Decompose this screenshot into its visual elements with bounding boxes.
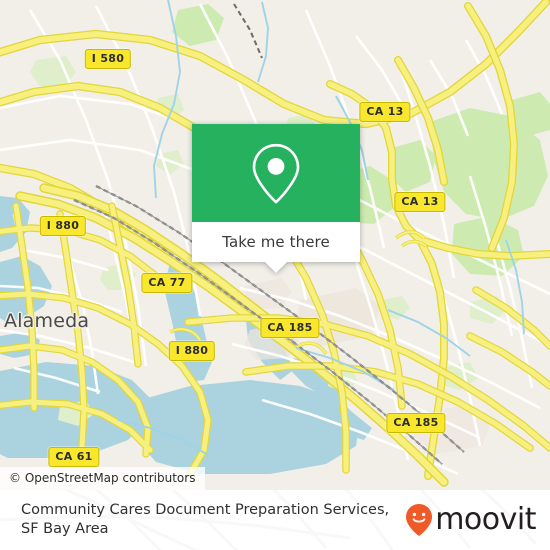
popup-pointer	[265, 262, 287, 273]
place-title: Community Cares Document Preparation Ser…	[21, 502, 390, 537]
map-pin-icon	[252, 143, 300, 204]
map-canvas[interactable]: Alameda I 580 CA 13 CA 13 I 880 CA 77 CA…	[0, 0, 550, 490]
road-shield: I 880	[168, 341, 216, 361]
road-shield: CA 13	[359, 102, 411, 122]
location-popup[interactable]: Take me there	[192, 124, 360, 273]
osm-attribution[interactable]: © OpenStreetMap contributors	[0, 467, 206, 490]
moovit-wordmark: moovit	[435, 502, 536, 537]
moovit-map-screenshot: Alameda I 580 CA 13 CA 13 I 880 CA 77 CA…	[0, 0, 550, 550]
road-shield: CA 185	[260, 318, 320, 338]
road-shield: CA 13	[394, 192, 446, 212]
road-shield: CA 77	[141, 273, 193, 293]
road-shield: I 880	[39, 216, 87, 236]
moovit-logo: moovit	[405, 503, 536, 537]
caption-bar: Community Cares Document Preparation Ser…	[0, 490, 550, 550]
popup-footer[interactable]: Take me there	[192, 222, 360, 273]
road-shield: CA 185	[386, 413, 446, 433]
moovit-pin-icon	[406, 504, 433, 536]
road-shield: CA 61	[48, 447, 100, 467]
take-me-there-label: Take me there	[222, 233, 330, 251]
popup-icon-area	[192, 124, 360, 222]
road-shield: I 580	[84, 49, 132, 69]
